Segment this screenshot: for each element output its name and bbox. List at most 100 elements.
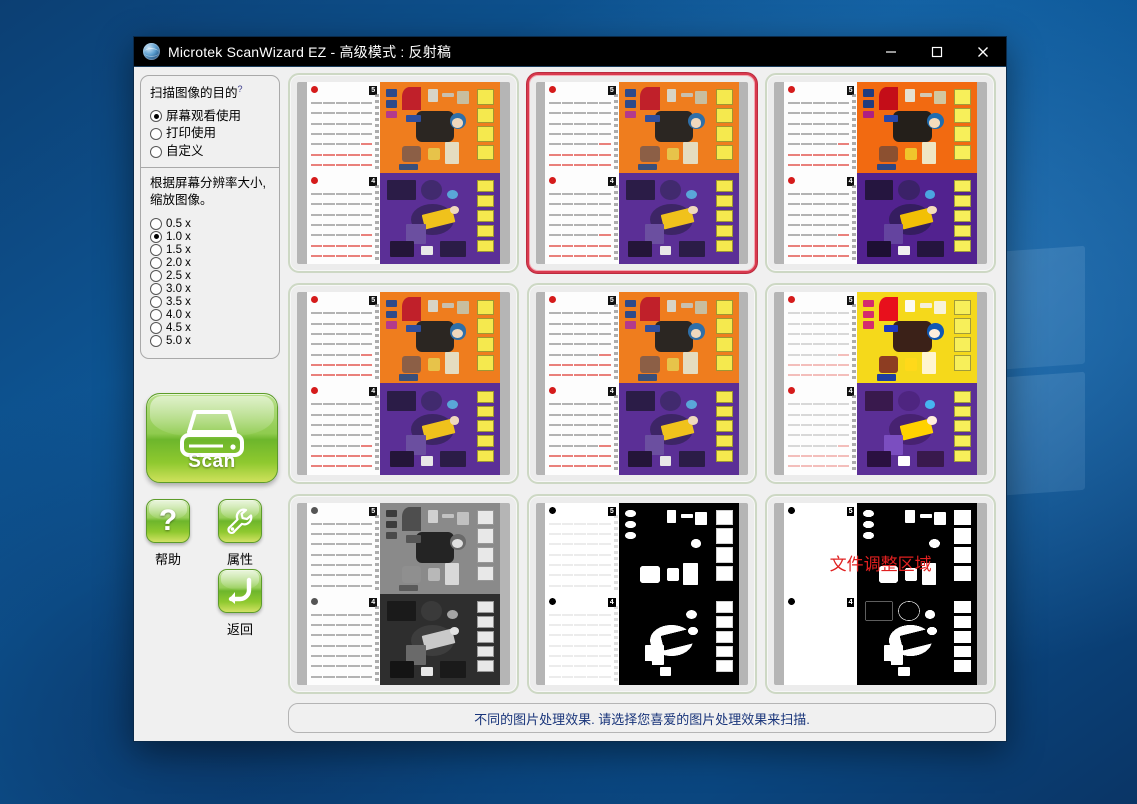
calendar-logo-icon xyxy=(788,177,796,185)
illustration-top xyxy=(380,82,500,173)
page-half-top: 5 xyxy=(306,292,500,384)
illustration-top xyxy=(857,82,977,173)
calendar-side-text xyxy=(375,185,380,263)
illustration-bottom xyxy=(619,594,739,685)
help-superscript[interactable]: ? xyxy=(238,84,243,94)
calendar-side-text xyxy=(613,304,618,382)
scale-option-4-0x[interactable]: 4.0 x xyxy=(150,308,270,321)
radio-icon[interactable] xyxy=(150,217,162,230)
illustration-bottom xyxy=(380,383,500,474)
page-half-bottom: 4 xyxy=(306,593,500,685)
purpose-option-screen[interactable]: 屏幕观看使用 xyxy=(150,109,270,125)
thumbnail-preview: 5 xyxy=(774,292,987,475)
calendar-block: 5 xyxy=(306,82,381,174)
scale-option-2-0x[interactable]: 2.0 x xyxy=(150,256,270,269)
calendar-grid xyxy=(788,401,854,472)
close-button[interactable] xyxy=(960,37,1006,67)
calendar-block: 5 xyxy=(306,292,381,384)
purpose-option-print[interactable]: 打印使用 xyxy=(150,126,270,142)
scale-option-3-5x[interactable]: 3.5 x xyxy=(150,295,270,308)
title-band-top xyxy=(715,299,733,371)
thumbnail-item-4[interactable]: 5 4 xyxy=(288,283,519,484)
title-band-top xyxy=(477,89,494,161)
title-band-bottom xyxy=(715,601,733,673)
scale-option-1-0x[interactable]: 1.0 x xyxy=(150,230,270,243)
calendar-logo-icon xyxy=(549,506,557,514)
scale-option-4-5x-label: 4.5 x xyxy=(166,321,191,334)
scanned-page-preview: 5 4 xyxy=(306,82,500,265)
radio-icon[interactable] xyxy=(150,145,162,158)
radio-icon[interactable] xyxy=(150,230,162,243)
calendar-logo-icon xyxy=(788,506,796,514)
calendar-grid xyxy=(788,521,854,592)
scale-option-3-0x[interactable]: 3.0 x xyxy=(150,282,270,295)
scale-option-3-5x-label: 3.5 x xyxy=(166,295,191,308)
thumbnail-item-7[interactable]: 5 4 xyxy=(288,493,519,694)
scale-option-1-5x[interactable]: 1.5 x xyxy=(150,243,270,256)
scale-option-5-0x[interactable]: 5.0 x xyxy=(150,334,270,347)
illustration-bottom xyxy=(857,173,977,264)
radio-icon[interactable] xyxy=(150,127,162,140)
radio-icon[interactable] xyxy=(150,110,162,123)
thumbnail-item-5[interactable]: 5 4 xyxy=(526,283,758,484)
calendar-logo-icon xyxy=(310,506,318,514)
minimize-button[interactable] xyxy=(868,37,914,67)
calendar-block: 4 xyxy=(784,383,858,475)
scale-option-1-0x-label: 1.0 x xyxy=(166,230,191,243)
illustration-top xyxy=(619,503,739,594)
application-window: Microtek ScanWizard EZ - 高级模式 : 反射稿 扫描图像… xyxy=(133,36,1007,742)
scale-option-2-0x-label: 2.0 x xyxy=(166,256,191,269)
calendar-logo-icon xyxy=(310,597,318,605)
back-button[interactable] xyxy=(218,568,262,613)
illustration-top xyxy=(857,292,977,383)
page-half-top: 5 xyxy=(545,502,739,594)
radio-icon[interactable] xyxy=(150,295,162,308)
scale-option-0-5x[interactable]: 0.5 x xyxy=(150,217,270,230)
title-band-top xyxy=(954,89,972,161)
thumbnail-item-3[interactable]: 5 4 xyxy=(765,73,996,274)
title-band-top xyxy=(954,509,972,582)
purpose-option-custom[interactable]: 自定义 xyxy=(150,144,270,160)
thumbnail-item-8[interactable]: 5 4 xyxy=(526,493,758,694)
calendar-logo-icon xyxy=(788,387,796,395)
thumbnail-item-1[interactable]: 5 4 xyxy=(288,73,519,274)
scale-option-4-5x[interactable]: 4.5 x xyxy=(150,321,270,334)
thumbnail-item-6[interactable]: 5 4 xyxy=(765,283,996,484)
calendar-logo-icon xyxy=(310,177,318,185)
help-button-label: 帮助 xyxy=(154,551,181,567)
calendar-side-text xyxy=(375,605,380,683)
radio-icon[interactable] xyxy=(150,282,162,295)
maximize-button[interactable] xyxy=(914,37,960,67)
scale-option-2-5x[interactable]: 2.5 x xyxy=(150,269,270,282)
calendar-grid xyxy=(788,100,854,171)
calendar-logo-icon xyxy=(788,296,796,304)
purpose-option-custom-label: 自定义 xyxy=(166,143,204,158)
page-half-bottom: 4 xyxy=(784,383,978,475)
illustration-top xyxy=(380,503,500,594)
scan-button[interactable]: Scan xyxy=(146,392,278,483)
scan-purpose-question: 扫描图像的目的? xyxy=(150,84,270,101)
radio-icon[interactable] xyxy=(150,308,162,321)
calendar-logo-icon xyxy=(549,296,557,304)
radio-icon[interactable] xyxy=(150,334,162,347)
radio-icon[interactable] xyxy=(150,269,162,282)
scanned-page-preview: 5 4 xyxy=(545,292,739,475)
illustration-top xyxy=(857,502,978,594)
properties-button[interactable] xyxy=(218,498,262,543)
radio-icon[interactable] xyxy=(150,321,162,334)
page-half-bottom: 4 xyxy=(545,383,739,475)
thumbnail-item-9[interactable]: 5 4 文件调整区域 xyxy=(765,493,996,694)
page-half-bottom: 4 xyxy=(545,593,739,685)
radio-icon[interactable] xyxy=(150,243,162,256)
calendar-grid xyxy=(549,401,615,472)
panel-divider xyxy=(141,167,279,169)
scanned-page-preview: 5 4 xyxy=(306,292,500,475)
illustration-bottom xyxy=(380,173,500,264)
thumbnail-preview: 5 xyxy=(297,502,510,685)
thumbnail-preview: 5 xyxy=(535,292,749,475)
question-mark-icon: ? xyxy=(158,503,178,537)
help-button[interactable]: ? xyxy=(146,498,190,543)
radio-icon[interactable] xyxy=(150,256,162,269)
thumbnail-item-2[interactable]: 5 4 xyxy=(526,73,758,274)
illustration-top xyxy=(619,82,739,173)
